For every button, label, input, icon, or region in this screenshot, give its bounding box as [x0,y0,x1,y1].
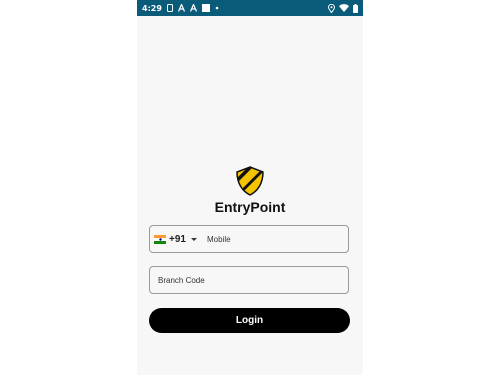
a-icon [177,3,185,13]
battery-icon [353,3,358,13]
dot-icon [215,3,219,13]
mobile-field[interactable]: +91 [149,225,349,253]
branch-code-input[interactable] [158,267,343,293]
status-time: 4:29 [142,3,162,13]
location-icon [328,3,335,13]
a-icon [189,3,197,13]
branch-code-field[interactable] [149,266,349,294]
sim-icon [166,3,173,13]
shield-logo-icon [234,165,266,197]
wifi-icon [339,3,349,13]
mobile-input[interactable] [207,226,342,252]
country-code: +91 [169,233,186,245]
india-flag-icon [154,234,166,244]
square-icon [201,3,210,13]
phone-screen: 4:29 EntryPoint +91 Mobile Branch Code L… [137,0,363,375]
app-name: EntryPoint [214,199,286,215]
status-bar: 4:29 [137,0,363,16]
country-code-picker[interactable]: +91 [154,226,197,252]
login-button[interactable]: Login [149,308,350,333]
chevron-down-icon [190,237,197,241]
